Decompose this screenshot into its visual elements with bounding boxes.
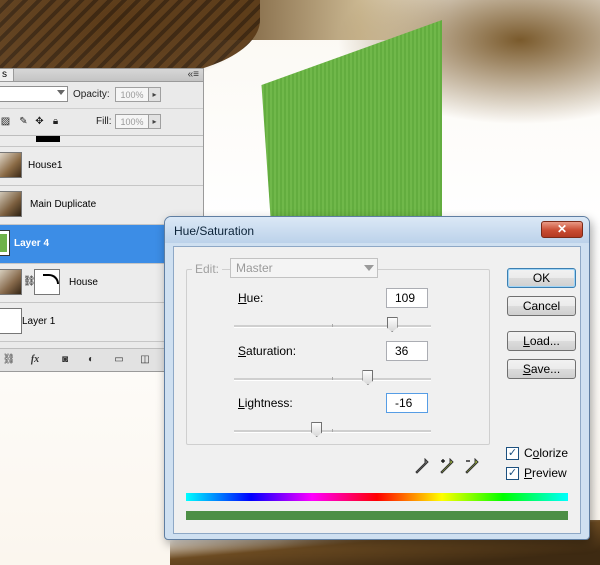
hue-slider[interactable]	[234, 317, 431, 332]
opacity-field[interactable]: 100%	[115, 87, 149, 102]
slider-center-tick	[332, 429, 333, 432]
layer-name: Layer 1	[22, 316, 56, 327]
layer-thumbnail	[0, 191, 22, 217]
link-layers-icon[interactable]: ⛓	[2, 353, 16, 366]
add-mask-icon[interactable]: ◙	[58, 353, 72, 366]
input-spectrum-bar	[186, 493, 568, 501]
cancel-button[interactable]: Cancel	[507, 296, 576, 316]
slider-center-tick	[332, 324, 333, 327]
fx-icon[interactable]: fx	[28, 353, 42, 366]
ok-button[interactable]: OK	[507, 268, 576, 288]
mask-shape	[43, 274, 59, 284]
saturation-slider[interactable]	[234, 370, 431, 385]
layer-row-partial[interactable]	[0, 136, 203, 147]
blend-mode-select[interactable]	[0, 86, 68, 102]
slider-center-tick	[332, 377, 333, 380]
layer-thumbnail	[0, 152, 22, 178]
opacity-label: Opacity:	[73, 89, 110, 100]
dialog-body: Edit: Master Hue: 109 Saturation: 36 Lig…	[173, 246, 581, 534]
edit-label: Edit:	[192, 262, 223, 276]
lock-transparent-icon[interactable]: ▨	[0, 116, 11, 127]
panel-menu-icon[interactable]: «≡	[188, 69, 199, 81]
saturation-input[interactable]: 36	[386, 341, 428, 361]
layers-tab[interactable]: s	[0, 69, 14, 81]
eyedropper-minus-icon[interactable]	[462, 457, 482, 478]
colorize-label[interactable]: Colorize	[524, 446, 568, 460]
layer-name: Main Duplicate	[30, 199, 97, 210]
hue-saturation-dialog: Hue/Saturation ✕ Edit: Master Hue: 109 S…	[164, 216, 590, 540]
colorize-checkbox[interactable]: ✓	[506, 447, 519, 460]
edit-channel-value: Master	[236, 261, 273, 275]
blend-opacity-row: Opacity: 100% ▸	[0, 82, 203, 109]
layer-thumbnail	[0, 308, 22, 334]
lock-image-icon[interactable]: ✎	[18, 116, 29, 127]
preview-checkbox[interactable]: ✓	[506, 467, 519, 480]
close-icon: ✕	[556, 222, 568, 236]
adjustment-group	[186, 269, 490, 445]
lock-all-icon[interactable]: 🔒︎	[50, 116, 61, 127]
saturation-label: Saturation:	[238, 344, 297, 358]
adjustment-layer-icon[interactable]: ◐	[84, 353, 98, 366]
save-button[interactable]: Save...	[507, 359, 576, 379]
lightness-label: Lightness:	[238, 396, 293, 410]
lock-position-icon[interactable]: ✥	[34, 116, 45, 127]
eyedropper-icon[interactable]	[412, 457, 432, 478]
hue-label: Hue:	[238, 291, 264, 305]
layer-thumbnail	[0, 269, 22, 295]
layer-name: Layer 4	[14, 238, 50, 249]
fill-field[interactable]: 100%	[115, 114, 149, 129]
layer-thumbnail-fill	[0, 234, 7, 252]
layers-panel-titlebar[interactable]: s «≡	[0, 69, 203, 82]
layer-name: House	[69, 277, 98, 288]
dialog-titlebar[interactable]: Hue/Saturation ✕	[165, 217, 589, 243]
new-group-icon[interactable]: ▭	[112, 353, 126, 366]
lock-fill-row: ▨ ✎ ✥ 🔒︎ Fill: 100% ▸	[0, 109, 203, 136]
eyedropper-plus-icon[interactable]	[437, 457, 457, 478]
hue-input[interactable]: 109	[386, 288, 428, 308]
new-layer-icon[interactable]: ◫	[138, 353, 152, 366]
load-button[interactable]: Load...	[507, 331, 576, 351]
chevron-down-icon	[364, 265, 374, 271]
lightness-input[interactable]: -16	[386, 393, 428, 413]
dialog-title: Hue/Saturation	[174, 224, 255, 238]
preview-label[interactable]: Preview	[524, 466, 567, 480]
close-button[interactable]: ✕	[541, 221, 583, 238]
opacity-arrow-icon[interactable]: ▸	[149, 87, 161, 102]
checkmark-icon: ✓	[507, 467, 518, 479]
fill-arrow-icon[interactable]: ▸	[149, 114, 161, 129]
fill-label: Fill:	[96, 116, 112, 127]
output-color-bar	[186, 511, 568, 520]
edit-channel-select[interactable]: Master	[230, 258, 378, 278]
chevron-down-icon	[57, 90, 65, 95]
layer-name: House1	[28, 160, 63, 171]
layer-mask-thumb[interactable]	[34, 269, 60, 295]
layer-thumbnail	[0, 230, 10, 256]
layer-row-house1[interactable]: House1	[0, 147, 203, 186]
lightness-slider[interactable]	[234, 422, 431, 437]
layer-mask-thumb	[36, 136, 60, 142]
checkmark-icon: ✓	[507, 447, 518, 459]
